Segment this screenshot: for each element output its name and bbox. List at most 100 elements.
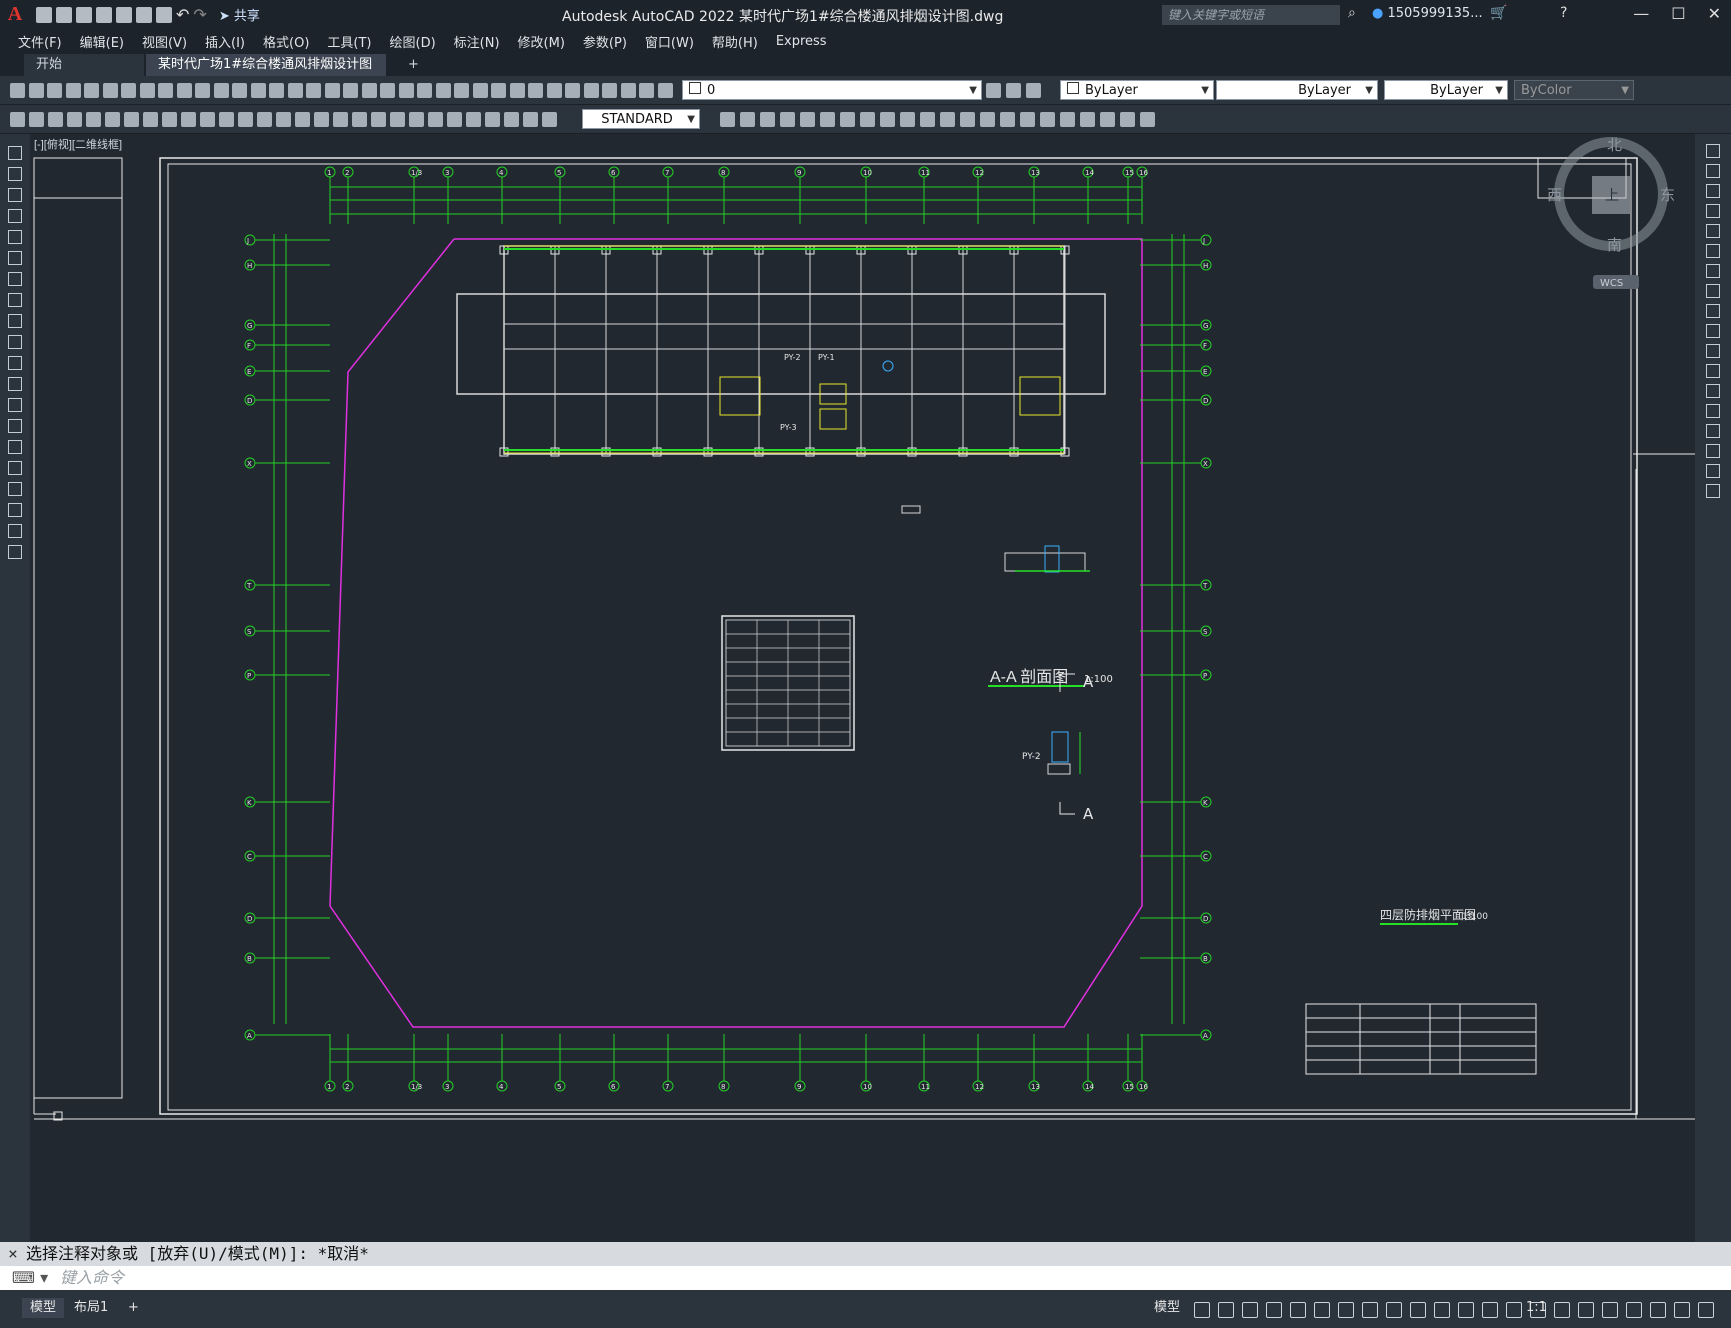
draw-tool-icon[interactable] (8, 482, 22, 496)
modify-tool-icon[interactable] (1706, 424, 1720, 438)
plotstyle-dropdown[interactable]: ByColor ▼ (1514, 80, 1634, 100)
standard-tool-icon[interactable] (361, 83, 377, 98)
dimension-tool-icon[interactable] (48, 112, 63, 127)
status-toggle-icon[interactable] (1698, 1302, 1714, 1318)
command-close-icon[interactable]: × (0, 1242, 26, 1266)
menu-item-0[interactable]: 文件(F) (18, 32, 62, 51)
draw-tool-icon[interactable] (8, 461, 22, 475)
view-tool-icon[interactable] (820, 112, 835, 127)
status-toggle-icon[interactable] (1314, 1302, 1330, 1318)
view-tool-icon[interactable] (1020, 112, 1035, 127)
view-tool-icon[interactable] (840, 112, 855, 127)
standard-tool-icon[interactable] (158, 83, 173, 98)
standard-tool-icon[interactable] (472, 83, 488, 98)
standard-tool-icon[interactable] (546, 83, 562, 98)
status-toggle-icon[interactable] (1362, 1302, 1378, 1318)
dimension-tool-icon[interactable] (447, 112, 462, 127)
save-as-icon[interactable] (96, 6, 112, 23)
standard-tool-icon[interactable] (491, 83, 506, 98)
draw-tool-icon[interactable] (8, 146, 22, 160)
dimension-tool-icon[interactable] (219, 112, 234, 127)
status-toggle-icon[interactable] (1434, 1302, 1450, 1318)
view-tool-icon[interactable] (800, 112, 815, 127)
standard-tool-icon[interactable] (343, 83, 358, 98)
menu-item-11[interactable]: 帮助(H) (712, 32, 758, 51)
standard-tool-icon[interactable] (84, 83, 99, 98)
standard-tool-icon[interactable] (528, 83, 543, 98)
viewcube-south[interactable]: 南 (1607, 236, 1622, 254)
draw-tool-icon[interactable] (8, 545, 22, 559)
standard-tool-icon[interactable] (47, 83, 62, 98)
open-icon[interactable] (56, 6, 72, 23)
draw-tool-icon[interactable] (8, 356, 22, 370)
layer-dropdown[interactable]: 0 ▼ (682, 80, 982, 100)
draw-tool-icon[interactable] (8, 524, 22, 538)
model-space-button[interactable]: 模型 (1146, 1298, 1188, 1318)
status-toggle-icon[interactable] (1242, 1302, 1258, 1318)
standard-tool-icon[interactable] (213, 83, 229, 98)
view-tool-icon[interactable] (1000, 112, 1015, 127)
status-toggle-icon[interactable] (1482, 1302, 1498, 1318)
cart-icon[interactable]: 🛒 (1490, 5, 1507, 21)
standard-tool-icon[interactable] (121, 83, 136, 98)
draw-tool-icon[interactable] (8, 272, 22, 286)
dimension-tool-icon[interactable] (390, 112, 405, 127)
menu-item-9[interactable]: 参数(P) (583, 32, 627, 51)
tab-start[interactable]: 开始 (24, 54, 144, 76)
standard-tool-icon[interactable] (509, 83, 525, 98)
draw-tool-icon[interactable] (8, 188, 22, 202)
modify-tool-icon[interactable] (1706, 244, 1720, 258)
dimension-tool-icon[interactable] (105, 112, 120, 127)
view-tool-icon[interactable] (880, 112, 895, 127)
draw-tool-icon[interactable] (8, 209, 22, 223)
dimension-tool-icon[interactable] (485, 112, 500, 127)
dimension-tool-icon[interactable] (352, 112, 367, 127)
draw-tool-icon[interactable] (8, 230, 22, 244)
viewcube-top[interactable]: 上 (1605, 188, 1619, 204)
modify-tool-icon[interactable] (1706, 144, 1720, 158)
standard-tool-icon[interactable] (10, 83, 25, 98)
dimension-tool-icon[interactable] (409, 112, 424, 127)
view-tool-icon[interactable] (740, 112, 755, 127)
view-tool-icon[interactable] (1060, 112, 1075, 127)
menu-item-4[interactable]: 格式(O) (263, 32, 309, 51)
tab-layout1[interactable]: 布局1 (66, 1298, 116, 1318)
modify-tool-icon[interactable] (1706, 264, 1720, 278)
save-icon[interactable] (76, 6, 92, 23)
dimension-tool-icon[interactable] (276, 112, 291, 127)
drawing-canvas[interactable]: [-][俯视][二维线框] 1 1 2 2 1/3 1/3 3 3 4 4 5 … (30, 134, 1695, 1242)
command-input[interactable]: ⌨ ▾ 键入命令 (0, 1266, 1731, 1290)
share-button[interactable]: ➤ 共享 (219, 5, 260, 24)
view-tool-icon[interactable] (980, 112, 995, 127)
menu-item-1[interactable]: 编辑(E) (80, 32, 124, 51)
status-toggle-icon[interactable] (1266, 1302, 1282, 1318)
add-layout-button[interactable]: + (120, 1298, 147, 1318)
modify-tool-icon[interactable] (1706, 204, 1720, 218)
standard-tool-icon[interactable] (639, 83, 654, 98)
plot-icon[interactable] (136, 6, 152, 23)
draw-tool-icon[interactable] (8, 167, 22, 181)
draw-tool-icon[interactable] (8, 251, 22, 265)
view-tool-icon[interactable] (760, 112, 775, 127)
status-toggle-icon[interactable] (1602, 1302, 1618, 1318)
draw-tool-icon[interactable] (8, 398, 22, 412)
viewcube-east[interactable]: 东 (1660, 186, 1675, 204)
modify-tool-icon[interactable] (1706, 364, 1720, 378)
annotation-scale[interactable]: 1:1 (1518, 1298, 1555, 1318)
dimension-tool-icon[interactable] (238, 112, 253, 127)
modify-tool-icon[interactable] (1706, 324, 1720, 338)
status-toggle-icon[interactable] (1650, 1302, 1666, 1318)
dimension-tool-icon[interactable] (428, 112, 443, 127)
print-icon[interactable] (156, 6, 172, 23)
layer-tool-icon[interactable] (986, 83, 1001, 98)
status-toggle-icon[interactable] (1626, 1302, 1642, 1318)
dimension-tool-icon[interactable] (523, 112, 538, 127)
draw-tool-icon[interactable] (8, 314, 22, 328)
undo-icon[interactable]: ↶ (176, 5, 189, 24)
modify-tool-icon[interactable] (1706, 224, 1720, 238)
standard-tool-icon[interactable] (398, 83, 414, 98)
modify-tool-icon[interactable] (1706, 384, 1720, 398)
modify-tool-icon[interactable] (1706, 404, 1720, 418)
standard-tool-icon[interactable] (454, 83, 469, 98)
tab-document[interactable]: 某时代广场1#综合楼通风排烟设计图*× (146, 54, 386, 94)
